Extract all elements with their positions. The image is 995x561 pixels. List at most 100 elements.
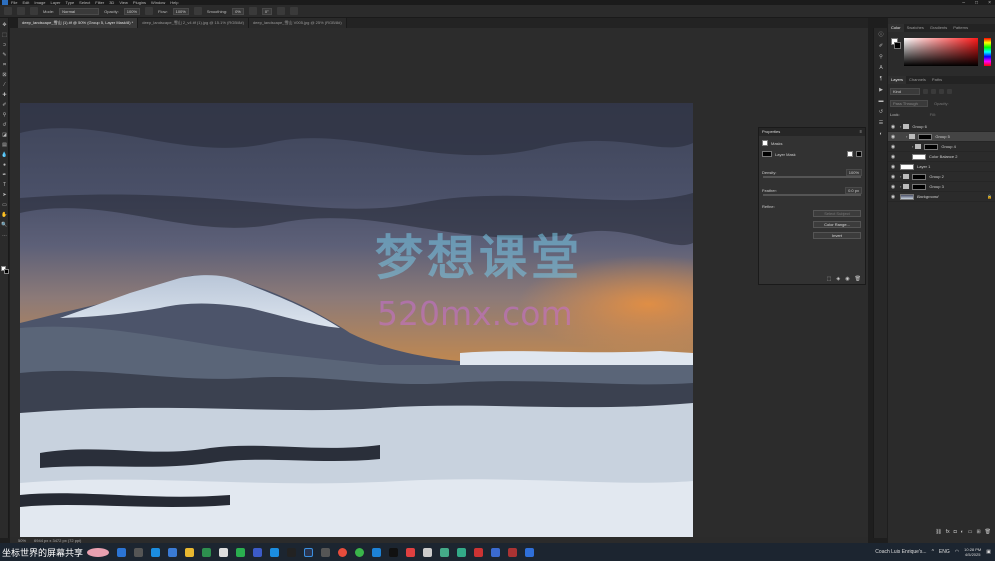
color-range-button[interactable]: Color Range... — [813, 221, 861, 228]
app-icon-8[interactable] — [406, 547, 416, 557]
tab-gradients[interactable]: Gradients — [927, 24, 950, 32]
eyedropper-tool-icon[interactable]: ⁄ — [1, 81, 8, 88]
paragraph-icon[interactable]: ¶ — [877, 75, 885, 83]
load-selection-icon[interactable]: ⬚ — [827, 276, 832, 282]
feather-slider[interactable] — [763, 194, 861, 196]
app-icon-13[interactable] — [491, 547, 501, 557]
chevron-right-icon[interactable]: › — [906, 134, 907, 139]
chevron-right-icon[interactable]: › — [900, 184, 901, 189]
shape-tool-icon[interactable]: ▭ — [1, 201, 8, 208]
app-icon-3[interactable] — [287, 547, 297, 557]
hand-tool-icon[interactable]: ✋ — [1, 211, 8, 218]
filter-shape-icon[interactable] — [947, 89, 952, 94]
excel-icon[interactable] — [202, 547, 212, 557]
wechat-icon[interactable] — [236, 547, 246, 557]
density-slider[interactable] — [763, 176, 861, 178]
color-picker-field[interactable] — [904, 38, 978, 66]
chevron-right-icon[interactable]: › — [900, 124, 901, 129]
blend-mode-select[interactable]: Pass Through — [890, 100, 928, 107]
app-icon-11[interactable] — [457, 547, 467, 557]
app-icon-7[interactable] — [389, 547, 399, 557]
feather-field[interactable]: 0.0 px — [845, 186, 862, 194]
pressure-size-icon[interactable] — [276, 7, 285, 15]
history-icon[interactable]: ↺ — [877, 108, 885, 116]
layer-row[interactable]: ◉ Background 🔒 — [888, 192, 995, 202]
history-brush-tool-icon[interactable]: ↺ — [1, 121, 8, 128]
app-icon-2[interactable] — [270, 547, 280, 557]
filter-type-icon[interactable] — [939, 89, 944, 94]
layer-row[interactable]: ◉ Layer 1 — [888, 162, 995, 172]
brush-panel-icon[interactable]: ✐ — [877, 42, 885, 50]
document-canvas-image[interactable] — [20, 103, 693, 539]
tab-paths[interactable]: Paths — [929, 76, 945, 84]
type-tool-icon[interactable]: T — [1, 181, 8, 188]
clone-stamp-tool-icon[interactable]: ⚲ — [1, 111, 8, 118]
disable-mask-icon[interactable]: ◉ — [845, 276, 849, 282]
crop-tool-icon[interactable]: ⌗ — [1, 61, 8, 68]
invert-button[interactable]: Invert — [813, 232, 861, 239]
layer-thumbnail[interactable] — [900, 193, 914, 200]
layer-mask-thumbnail[interactable] — [918, 133, 933, 140]
photoshop-taskbar-icon[interactable] — [304, 547, 314, 557]
visibility-eye-icon[interactable]: ◉ — [890, 134, 896, 140]
foreground-background-swatches[interactable] — [1, 266, 9, 274]
brush-settings-icon[interactable] — [30, 7, 38, 15]
clock[interactable]: 10:28 PM 4/5/2025 — [964, 547, 981, 557]
frame-tool-icon[interactable]: ⊠ — [1, 71, 8, 78]
visibility-eye-icon[interactable]: ◉ — [890, 184, 896, 190]
opacity-field[interactable]: 100% — [123, 7, 141, 15]
tab-color[interactable]: Color — [888, 24, 904, 32]
hue-slider[interactable] — [984, 38, 991, 66]
airbrush-icon[interactable] — [193, 7, 202, 15]
smoothing-field[interactable]: 0% — [232, 7, 244, 15]
tray-chevron-icon[interactable]: ^ — [932, 549, 934, 555]
layer-name[interactable]: Group 4 — [941, 144, 955, 149]
fx-icon[interactable]: fx — [946, 529, 950, 535]
app-icon-4[interactable] — [321, 547, 331, 557]
chevron-right-icon[interactable]: › — [912, 144, 913, 149]
app-icon-12[interactable] — [474, 547, 484, 557]
layer-row[interactable]: ◉ Color Balance 2 — [888, 152, 995, 162]
layer-name[interactable]: Group 5 — [935, 134, 949, 139]
tab-channels[interactable]: Channels — [906, 76, 929, 84]
filter-adjust-icon[interactable] — [931, 89, 936, 94]
comments-icon[interactable]: ▬ — [877, 97, 885, 105]
visibility-eye-icon[interactable]: ◉ — [890, 194, 896, 200]
tab-swatches[interactable]: Swatches — [904, 24, 927, 32]
document-info[interactable]: 6944 px x 3472 px (72 ppi) — [34, 538, 81, 543]
more-tools-icon[interactable]: … — [1, 231, 8, 238]
layer-mask-thumbnail[interactable] — [900, 163, 914, 170]
gradient-tool-icon[interactable]: ▤ — [1, 141, 8, 148]
adjustments-icon[interactable]: ◐ — [877, 130, 885, 138]
path-select-tool-icon[interactable]: ➤ — [1, 191, 8, 198]
task-view-icon[interactable] — [134, 547, 144, 557]
windows-start-icon[interactable] — [117, 547, 127, 557]
layer-name[interactable]: Background — [917, 194, 938, 199]
copilot-icon[interactable] — [168, 547, 178, 557]
layer-name[interactable]: Group 3 — [929, 184, 943, 189]
blur-tool-icon[interactable]: 💧 — [1, 151, 8, 158]
flow-field[interactable]: 100% — [172, 7, 189, 15]
visibility-eye-icon[interactable]: ◉ — [890, 124, 896, 130]
zoom-tool-icon[interactable]: 🔍 — [1, 221, 8, 228]
store-icon[interactable] — [219, 547, 229, 557]
kind-filter-select[interactable]: Kind — [890, 88, 920, 95]
actions-icon[interactable]: ▶ — [877, 86, 885, 94]
doc-tab-1[interactable]: deep_landscape_雪山 (1).tif @ 50% (Group 5… — [18, 18, 139, 28]
zoom-level[interactable]: 50% — [18, 538, 26, 543]
edge-icon[interactable] — [151, 547, 161, 557]
layer-name[interactable]: Group 2 — [929, 174, 943, 179]
clone-source-icon[interactable]: ⚲ — [877, 53, 885, 61]
vector-mask-icon[interactable] — [856, 151, 862, 157]
dodge-tool-icon[interactable]: ● — [1, 161, 8, 168]
filter-pixel-icon[interactable] — [923, 89, 928, 94]
trash-icon[interactable]: 🗑 — [855, 276, 861, 282]
select-subject-button[interactable]: Select Subject — [813, 210, 861, 217]
app-icon-10[interactable] — [440, 547, 450, 557]
visibility-eye-icon[interactable]: ◉ — [890, 174, 896, 180]
color-panel-background-swatch[interactable] — [894, 42, 901, 49]
app-icon-1[interactable] — [253, 547, 263, 557]
gear-icon[interactable] — [248, 7, 257, 15]
properties-panel-icon[interactable]: ☰ — [877, 119, 885, 127]
tab-patterns[interactable]: Patterns — [950, 24, 971, 32]
